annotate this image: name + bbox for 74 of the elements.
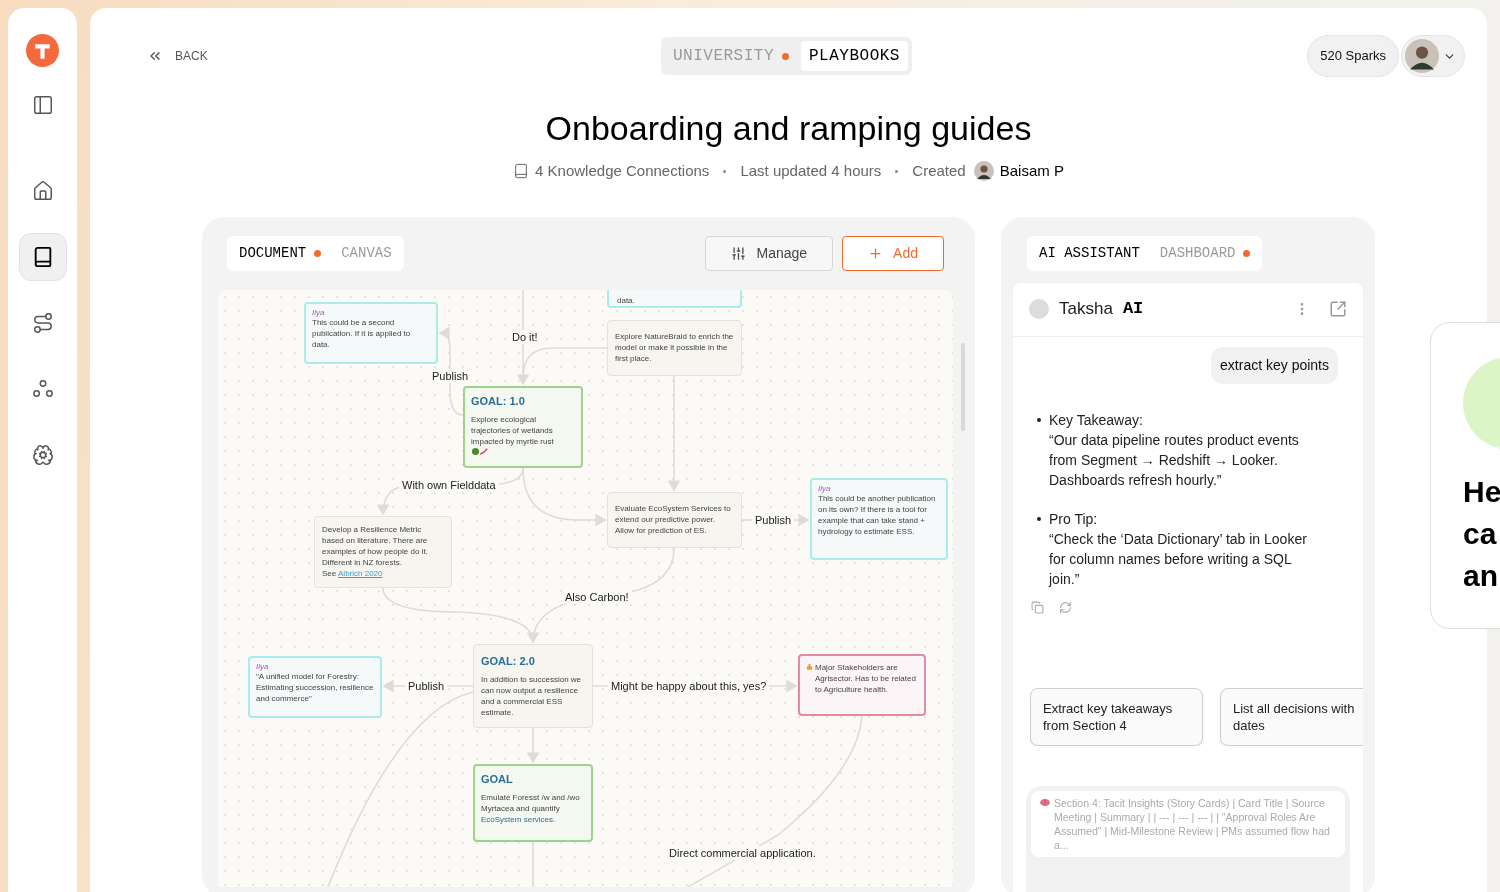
answer-heading: Key Takeaway: — [1049, 410, 1144, 430]
assistant-name-suffix: AI — [1122, 298, 1144, 321]
edge-label: Also Carbon! — [562, 589, 632, 604]
open-external-icon — [1329, 300, 1347, 318]
last-updated: Last updated 4 hours — [740, 161, 882, 181]
node-text: Major Stakeholders are Agrisector. Has to be related to Agriculture health. — [815, 661, 917, 695]
answer-text: “Check the ‘Data Dictionary’ tab in Looker for column names before writing a SQL join.” — [1049, 529, 1308, 589]
note-text: "A unified model for Forestry: Estimating succession, resilience and commerce" — [256, 671, 374, 704]
welcome-text: ca — [1463, 516, 1498, 552]
route-icon — [31, 312, 54, 334]
node-text: Evaluate EcoSystem Services to extend our predictive power. Allow for prediction of ES. — [615, 503, 732, 536]
suggestion-button[interactable]: Extract key takeaways from Section 4 — [1030, 687, 1203, 746]
manage-button[interactable]: Manage — [705, 236, 834, 271]
node-text: In addition to succession we can now output a resilience and a commercial ESS estimate. — [481, 673, 583, 718]
regenerate-icon — [1059, 600, 1072, 614]
edge-label: With own Fielddata — [399, 477, 499, 492]
tab[interactable]: PLAYBOOKS — [801, 41, 908, 71]
goal-node[interactable]: GOAL Emulate Foresst /w and /wo Myrtacea and quantify EcoSystem services. — [473, 763, 593, 842]
book-icon — [513, 163, 530, 180]
author-name: Baisam P — [999, 161, 1064, 181]
note-author: Ilya — [818, 483, 832, 493]
brain-icon — [31, 444, 54, 466]
note-text: This could be another publication on its own? If there is a tool for example that can take stand + hydrology to estimate ESS. — [818, 493, 937, 537]
welcome-text: He — [1463, 474, 1500, 510]
bullet-icon — [1037, 516, 1041, 521]
canvas-node[interactable]: Develop a Resilience Metric based on literature. There are examples of how people do it. Different in NZ forests. See Albrich 2020 — [314, 515, 452, 588]
user-message: extract key points — [1211, 346, 1338, 384]
home-icon — [31, 180, 54, 202]
note-text: data. — [617, 294, 635, 306]
node-text: Explore ecological trajectories of wetlands impacted by myrtle rust — [471, 414, 555, 447]
copy-icon — [1031, 600, 1044, 614]
connector-arrow — [526, 726, 540, 764]
node-title: GOAL: 2.0 — [481, 654, 536, 670]
canvas-note[interactable]: Ilya "A unified model for Forestry: Estimating succession, resilience and commerce" — [248, 655, 382, 718]
goal-node[interactable]: GOAL: 1.0 Explore ecological trajectories of wetlands impacted by myrtle rust — [463, 385, 583, 468]
plus-icon — [868, 246, 884, 261]
canvas-note[interactable]: Ilya This could be another publication on its own? If there is a tool for example that can take stand + hydrology to estimate ESS. — [810, 477, 948, 560]
app-logo-icon — [26, 34, 59, 67]
goal-title: GOAL — [481, 771, 514, 787]
assistant-avatar — [1029, 299, 1049, 319]
canvas-note[interactable]: data. — [607, 289, 742, 308]
money-bag-icon — [806, 662, 813, 671]
answer-heading: Pro Tip: — [1049, 509, 1099, 529]
nodes-icon — [31, 378, 54, 400]
suggestion-button[interactable]: List all decisions with dates — [1220, 687, 1363, 746]
node-text: Emulate Foresst /w and /wo Myrtacea and quantify EcoSystem services. — [481, 792, 581, 825]
node-text: Develop a Resilience Metric based on literature. There are examples of how people do it. Different in NZ forests. See Albrich 2020 — [322, 524, 429, 579]
goal-title: GOAL: 1.0 — [471, 393, 526, 409]
note-author: Ilya — [312, 307, 326, 317]
context-quote: Section 4: Tacit Insights (Story Cards) | Card Title | Source Meeting | Summary | | --- | --- | --- | | "Approval Roles Are Assumed" | Mid-Milestone Review | PMs assumed flow had a... — [1054, 795, 1331, 852]
canvas-node[interactable]: Explore NatureBraid to enrich the model or make it possible in the first place. — [607, 319, 742, 376]
node-text: Explore NatureBraid to enrich the model or make it possible in the first place. — [615, 331, 734, 364]
canvas-node[interactable]: Evaluate EcoSystem Services to extend our predictive power. Allow for prediction of ES. — [607, 491, 742, 548]
profile-button[interactable] — [1401, 35, 1465, 77]
canvas-note[interactable]: Ilya This could be a second publication. If it is applied to data. — [304, 301, 438, 364]
author-avatar — [973, 161, 994, 182]
sparks-balance: 520 Sparks — [1307, 35, 1399, 77]
knowledge-connections: 4 Knowledge Connections — [535, 161, 710, 181]
answer-text: “Our data pipeline routes product events from Segment → Redshift → Looker. Dashboards refresh hourly.” — [1049, 430, 1300, 490]
assistant-name: Taksha — [1059, 298, 1113, 321]
back-button[interactable]: BACK — [147, 47, 661, 65]
sidebar-panel-icon — [31, 94, 54, 116]
canvas-node[interactable]: GOAL: 2.0 In addition to succession we can now output a resilience and a commercial ESS estimate. — [473, 643, 593, 728]
welcome-text: an — [1463, 558, 1499, 594]
sliders-icon — [731, 246, 747, 261]
note-text: This could be a second publication. If it is applied to data. — [312, 317, 412, 350]
bullet-icon — [1037, 417, 1041, 422]
stakeholder-node[interactable]: Major Stakeholders are Agrisector. Has to be related to Agriculture health. — [798, 653, 926, 716]
created-label: Created — [912, 161, 966, 181]
brain-icon — [1039, 797, 1051, 807]
page-title: Onboarding and ramping guides — [544, 108, 1033, 148]
user-avatar — [1405, 39, 1439, 73]
note-author: Ilya — [256, 661, 270, 671]
sidebar-item[interactable] — [18, 233, 67, 281]
